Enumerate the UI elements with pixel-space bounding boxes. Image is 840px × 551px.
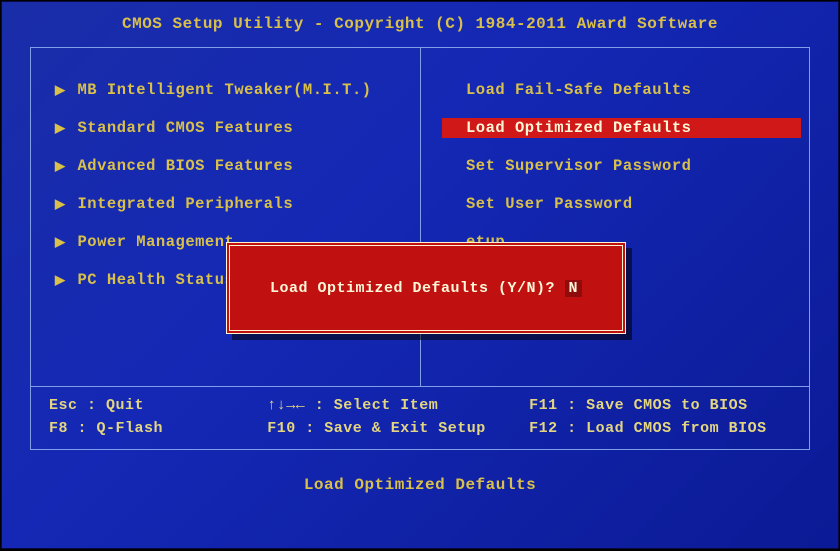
menu-label: Integrated Peripherals [78, 195, 294, 213]
menu-label: Load Fail-Safe Defaults [466, 81, 691, 99]
menu-item-load-failsafe[interactable]: Load Fail-Safe Defaults [442, 80, 801, 100]
menu-label: Set User Password [466, 195, 633, 213]
triangle-right-icon: ▶ [55, 121, 66, 136]
hint-arrows: ↑↓→← : Select Item [267, 397, 529, 414]
column-divider [420, 48, 421, 386]
triangle-right-icon: ▶ [55, 83, 66, 98]
menu-label: Power Management [78, 233, 235, 251]
menu-item-user-password[interactable]: Set User Password [442, 194, 801, 214]
confirm-dialog[interactable]: Load Optimized Defaults (Y/N)? N [226, 242, 626, 334]
bios-title: CMOS Setup Utility - Copyright (C) 1984-… [2, 2, 838, 41]
triangle-right-icon: ▶ [55, 273, 66, 288]
menu-item-standard-cmos[interactable]: ▶ Standard CMOS Features [53, 118, 412, 138]
right-menu-column: Load Fail-Safe Defaults Load Optimized D… [420, 48, 809, 386]
triangle-right-icon: ▶ [55, 235, 66, 250]
dialog-answer[interactable]: N [565, 280, 583, 297]
hint-esc: Esc : Quit [49, 397, 267, 414]
status-message: Load Optimized Defaults [2, 476, 838, 494]
menu-label: MB Intelligent Tweaker(M.I.T.) [78, 81, 372, 99]
menu-item-supervisor-password[interactable]: Set Supervisor Password [442, 156, 801, 176]
menu-label: Advanced BIOS Features [78, 157, 294, 175]
hint-f10: F10 : Save & Exit Setup [267, 420, 529, 437]
menu-label: PC Health Status [78, 271, 235, 289]
dialog-prompt: Load Optimized Defaults (Y/N)? [270, 280, 555, 297]
footer-hints: Esc : Quit ↑↓→← : Select Item F11 : Save… [30, 387, 810, 450]
menu-item-mit[interactable]: ▶ MB Intelligent Tweaker(M.I.T.) [53, 80, 412, 100]
main-menu-box: ▶ MB Intelligent Tweaker(M.I.T.) ▶ Stand… [30, 47, 810, 387]
menu-item-advanced-bios[interactable]: ▶ Advanced BIOS Features [53, 156, 412, 176]
menu-item-integrated-peripherals[interactable]: ▶ Integrated Peripherals [53, 194, 412, 214]
hint-f8: F8 : Q-Flash [49, 420, 267, 437]
triangle-right-icon: ▶ [55, 159, 66, 174]
triangle-right-icon: ▶ [55, 197, 66, 212]
menu-label: Standard CMOS Features [78, 119, 294, 137]
hint-f12: F12 : Load CMOS from BIOS [529, 420, 791, 437]
menu-label: Set Supervisor Password [466, 157, 691, 175]
menu-item-load-optimized[interactable]: Load Optimized Defaults [442, 118, 801, 138]
menu-label: Load Optimized Defaults [466, 119, 691, 137]
hint-f11: F11 : Save CMOS to BIOS [529, 397, 791, 414]
left-menu-column: ▶ MB Intelligent Tweaker(M.I.T.) ▶ Stand… [31, 48, 420, 386]
